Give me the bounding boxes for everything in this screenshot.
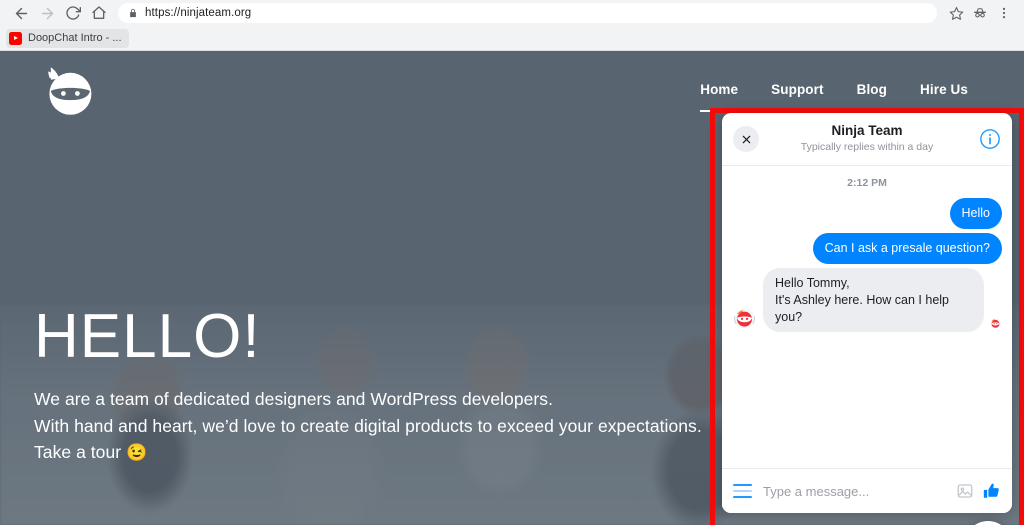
hero-line-1: We are a team of dedicated designers and…	[34, 386, 702, 413]
site-navigation: Home Support Blog Hire Us	[700, 82, 990, 100]
chat-title: Ninja Team	[722, 123, 1012, 140]
nav-link-hire-us[interactable]: Hire Us	[920, 82, 968, 100]
chat-composer	[722, 468, 1012, 513]
hamburger-menu-icon[interactable]	[733, 484, 752, 499]
chat-timestamp: 2:12 PM	[732, 177, 1002, 189]
hero-line-3-text: Take a tour	[34, 442, 126, 462]
nav-link-blog[interactable]: Blog	[857, 82, 887, 100]
reload-button[interactable]	[60, 0, 86, 26]
bookmark-label: DoopChat Intro - ...	[28, 32, 122, 44]
hero-title: HELLO!	[34, 306, 702, 368]
hero-line-2: With hand and heart, we’d love to create…	[34, 413, 702, 440]
url-text: https://ninjateam.org	[145, 7, 251, 19]
incognito-icon[interactable]	[968, 1, 992, 25]
bookmark-item[interactable]: DoopChat Intro - ...	[6, 29, 129, 48]
info-icon[interactable]	[979, 128, 1001, 150]
message-bubble: Can I ask a presale question?	[813, 233, 1002, 264]
message-input[interactable]	[763, 484, 947, 499]
back-button[interactable]	[8, 0, 34, 26]
youtube-icon	[9, 32, 22, 45]
browser-menu-icon[interactable]	[992, 1, 1016, 25]
chat-header: Ninja Team Typically replies within a da…	[722, 113, 1012, 166]
bookmark-star-icon[interactable]	[944, 1, 968, 25]
toolbar-actions	[944, 1, 1016, 25]
image-icon[interactable]	[956, 482, 974, 500]
avatar	[732, 306, 757, 331]
lock-icon	[128, 7, 138, 19]
chat-message-list[interactable]: 2:12 PM Hello Can I ask a presale questi…	[722, 166, 1012, 468]
message-bubble: Hello Tommy, It's Ashley here. How can I…	[763, 268, 984, 333]
hero-content: HELLO! We are a team of dedicated design…	[34, 306, 702, 466]
message-bubble: Hello	[950, 198, 1003, 229]
read-receipt-avatar	[989, 317, 1002, 330]
close-icon[interactable]	[733, 126, 759, 152]
chat-identity: Ninja Team Typically replies within a da…	[722, 123, 1012, 155]
message-row-outgoing: Hello	[732, 198, 1002, 229]
messenger-launcher-button[interactable]	[964, 521, 1012, 525]
hero-paragraph: We are a team of dedicated designers and…	[34, 386, 702, 466]
thumbs-up-icon[interactable]	[983, 482, 1001, 500]
nav-link-home[interactable]: Home	[700, 82, 738, 100]
forward-button[interactable]	[34, 0, 60, 26]
home-button[interactable]	[86, 0, 112, 26]
wink-emoji-icon: 😉	[126, 443, 147, 462]
address-bar[interactable]: https://ninjateam.org	[118, 3, 937, 23]
message-row-incoming: Hello Tommy, It's Ashley here. How can I…	[732, 268, 1002, 333]
browser-chrome: https://ninjateam.org	[0, 0, 1024, 51]
chat-subtitle: Typically replies within a day	[722, 141, 1012, 155]
messenger-chat-widget: Ninja Team Typically replies within a da…	[722, 113, 1012, 513]
browser-toolbar: https://ninjateam.org	[0, 0, 1024, 26]
message-row-outgoing: Can I ask a presale question?	[732, 233, 1002, 264]
website-viewport: Home Support Blog Hire Us HELLO! We are …	[0, 51, 1024, 525]
nav-link-support[interactable]: Support	[771, 82, 823, 100]
bookmarks-bar: DoopChat Intro - ...	[0, 26, 1024, 51]
hero-line-3: Take a tour 😉	[34, 439, 702, 466]
ninja-logo-icon[interactable]	[34, 56, 104, 126]
